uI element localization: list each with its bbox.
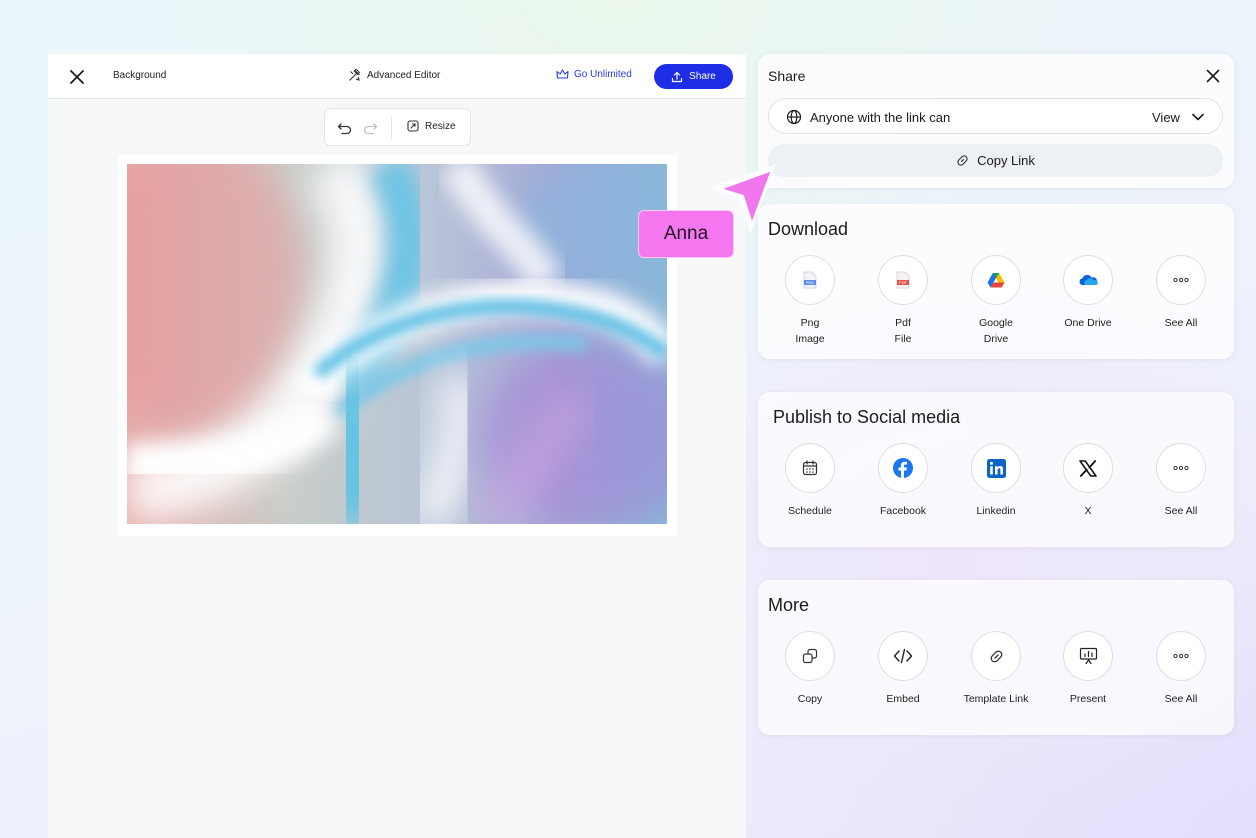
editor-topbar: Background Advanced Editor Go Unlimited … — [48, 54, 746, 99]
google-drive-icon — [987, 273, 1005, 288]
download-see-all-button[interactable]: See All — [1139, 255, 1223, 331]
linkedin-icon — [986, 458, 1006, 478]
toolbar-divider — [391, 117, 392, 139]
download-google-drive-button[interactable]: Google Drive — [954, 255, 1038, 347]
publish-linkedin-button[interactable]: Linkedin — [954, 443, 1038, 519]
template-link-button[interactable]: Template Link — [954, 631, 1038, 707]
share-panel: Share Anyone with the link can View Copy… — [758, 54, 1234, 188]
presentation-icon — [1079, 647, 1097, 665]
link-access-text: Anyone with the link can — [810, 110, 951, 125]
link-permission-value: View — [1152, 110, 1180, 125]
document-title: Background — [113, 70, 167, 81]
copy-link-button[interactable]: Copy Link — [768, 144, 1223, 177]
collaborator-name-tag: Anna — [638, 210, 734, 258]
present-button[interactable]: Present — [1046, 631, 1130, 707]
close-editor-button[interactable] — [68, 68, 86, 86]
pdf-file-icon: PDF — [896, 271, 910, 289]
upload-icon — [672, 71, 683, 82]
social-title: Publish to Social media — [773, 407, 961, 427]
go-unlimited-button[interactable]: Go Unlimited — [556, 69, 632, 80]
resize-label: Resize — [425, 120, 456, 132]
publish-x-button[interactable]: X — [1046, 443, 1130, 519]
advanced-editor-label: Advanced Editor — [367, 70, 441, 81]
onedrive-icon — [1079, 274, 1098, 285]
close-share-panel-button[interactable] — [1206, 69, 1220, 83]
more-title: More — [768, 595, 810, 615]
close-icon — [70, 70, 84, 84]
share-button[interactable]: Share — [654, 64, 733, 89]
svg-text:PNG: PNG — [806, 281, 814, 285]
facebook-icon — [893, 458, 913, 478]
magic-tools-icon — [349, 69, 361, 81]
more-see-all-button[interactable]: See All — [1139, 631, 1223, 707]
undo-button[interactable] — [337, 120, 353, 136]
publish-facebook-button[interactable]: Facebook — [861, 443, 945, 519]
advanced-editor-button[interactable]: Advanced Editor — [348, 69, 440, 82]
download-pdf-button[interactable]: PDF Pdf File — [861, 255, 945, 347]
globe-icon — [786, 109, 802, 125]
design-canvas[interactable] — [118, 155, 677, 536]
more-dots-icon — [1173, 466, 1189, 470]
resize-icon — [407, 120, 419, 132]
download-png-button[interactable]: PNG Png Image — [768, 255, 852, 347]
download-section: Download PNG Png Image PDF Pdf File Goog… — [758, 204, 1234, 359]
redo-button[interactable] — [362, 120, 378, 136]
more-section: More Copy Embed Template Link Present Se… — [758, 580, 1234, 735]
social-see-all-button[interactable]: See All — [1139, 443, 1223, 519]
chevron-down-icon — [1192, 113, 1204, 121]
more-dots-icon — [1173, 654, 1189, 658]
share-button-label: Share — [689, 71, 716, 82]
copy-icon — [802, 648, 818, 664]
copy-link-label: Copy Link — [977, 153, 1035, 168]
link-icon — [957, 155, 968, 166]
x-logo-icon — [1079, 459, 1097, 477]
copy-design-button[interactable]: Copy — [768, 631, 852, 707]
crown-icon — [556, 69, 569, 79]
png-file-icon: PNG — [803, 271, 817, 289]
more-dots-icon — [1173, 278, 1189, 282]
link-icon — [990, 650, 1002, 662]
editor-window: Background Advanced Editor Go Unlimited … — [48, 54, 746, 838]
canvas-toolbar: Resize — [324, 108, 471, 146]
artwork-image — [127, 164, 667, 524]
link-access-select[interactable]: Anyone with the link can View — [768, 98, 1223, 134]
resize-button[interactable]: Resize — [407, 120, 456, 132]
download-onedrive-button[interactable]: One Drive — [1046, 255, 1130, 331]
calendar-icon — [802, 460, 818, 476]
code-icon — [893, 648, 913, 664]
redo-icon — [363, 123, 378, 135]
social-publish-section: Publish to Social media Schedule Faceboo — [758, 392, 1234, 547]
schedule-post-button[interactable]: Schedule — [768, 443, 852, 519]
share-panel-title: Share — [768, 68, 806, 84]
undo-icon — [337, 123, 352, 135]
close-icon — [1206, 69, 1220, 83]
embed-button[interactable]: Embed — [861, 631, 945, 707]
svg-text:PDF: PDF — [899, 281, 907, 285]
go-unlimited-label: Go Unlimited — [574, 69, 632, 80]
